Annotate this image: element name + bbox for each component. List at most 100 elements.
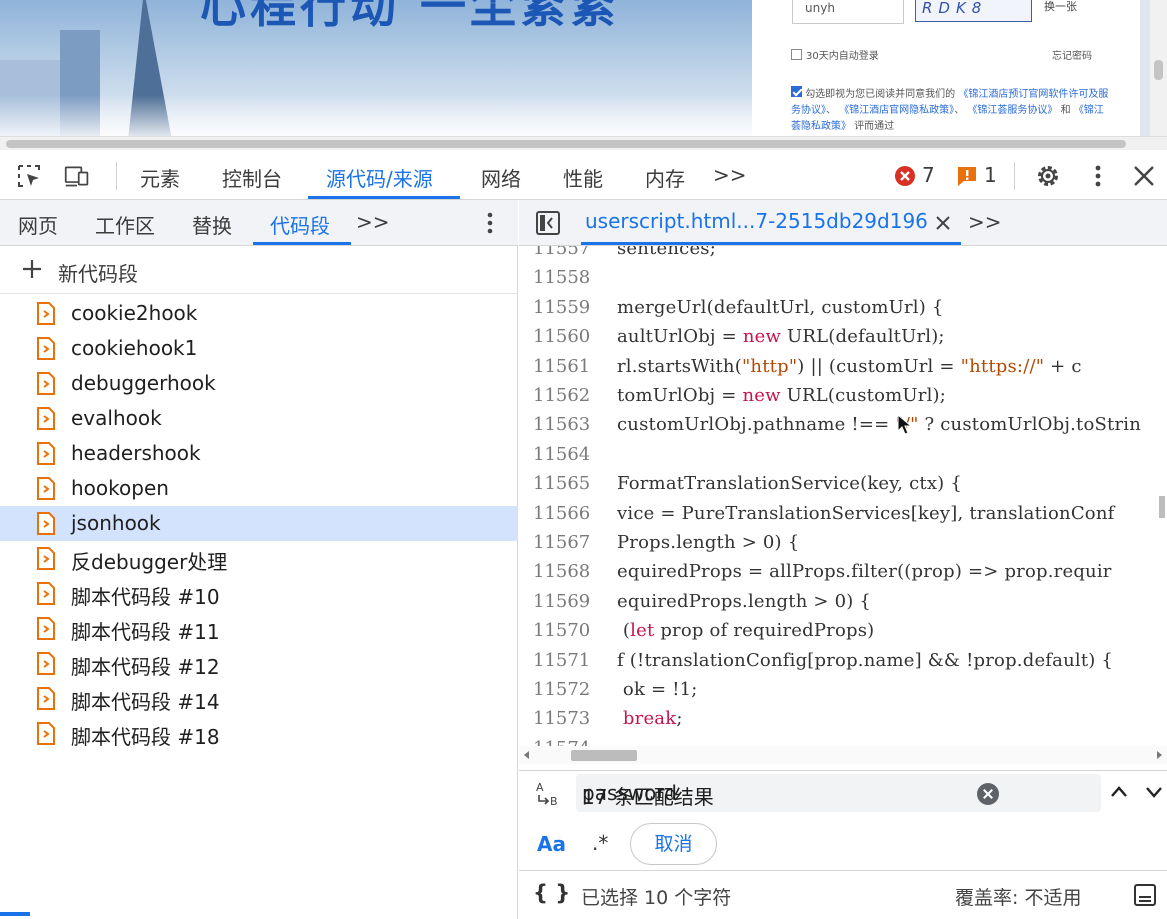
privacy-link[interactable]: 《锦江酒店官网隐私政策》 bbox=[839, 105, 954, 116]
snippet-item[interactable]: evalhook bbox=[0, 401, 518, 436]
warning-icon[interactable] bbox=[956, 165, 978, 187]
replace-toggle-icon[interactable]: A B bbox=[534, 779, 564, 809]
code-line[interactable]: 11568 equiredProps = allProps.filter((pro… bbox=[519, 561, 1159, 590]
tab-sources[interactable]: 源代码/来源 bbox=[326, 163, 433, 192]
snippet-item[interactable]: debuggerhook bbox=[0, 366, 518, 401]
toggle-navigator-icon[interactable] bbox=[535, 210, 561, 236]
editor-horizontal-scrollbar[interactable] bbox=[519, 746, 1167, 764]
code-line[interactable]: 11563 customUrlObj.pathname !== "/" ? cus… bbox=[519, 414, 1159, 443]
snippet-item[interactable]: hookopen bbox=[0, 471, 518, 506]
clear-search-icon[interactable] bbox=[977, 783, 999, 805]
line-number[interactable]: 11565 bbox=[533, 473, 605, 494]
line-number[interactable]: 11566 bbox=[533, 503, 605, 524]
code-line[interactable]: 11572 ok = !1; bbox=[519, 679, 1159, 708]
code-line[interactable]: 11566 vice = PureTranslationServices[key]… bbox=[519, 503, 1159, 532]
line-number[interactable]: 11559 bbox=[533, 297, 605, 318]
code-line[interactable]: 11559 mergeUrl(defaultUrl, customUrl) { bbox=[519, 297, 1159, 326]
remember-me[interactable]: 30天内自动登录 bbox=[791, 47, 879, 62]
code-line[interactable]: 11573 break; bbox=[519, 708, 1159, 737]
previous-match-icon[interactable] bbox=[1110, 783, 1128, 801]
tab-performance[interactable]: 性能 bbox=[563, 163, 603, 192]
code-line[interactable]: 11561 rl.startsWith("http") || (customUrl… bbox=[519, 356, 1159, 385]
tab-snippets[interactable]: 代码段 bbox=[270, 210, 330, 239]
tab-overrides[interactable]: 替换 bbox=[192, 210, 232, 239]
line-number[interactable]: 11564 bbox=[533, 444, 605, 465]
snippet-item[interactable]: cookiehook1 bbox=[0, 331, 518, 366]
device-toolbar-icon[interactable] bbox=[64, 163, 90, 189]
line-number[interactable]: 11558 bbox=[533, 267, 605, 288]
tab-elements[interactable]: 元素 bbox=[140, 163, 180, 192]
tab-page[interactable]: 网页 bbox=[18, 210, 58, 239]
agree-checkbox[interactable] bbox=[791, 86, 802, 97]
line-number[interactable]: 11560 bbox=[533, 326, 605, 347]
error-count[interactable]: 7 bbox=[922, 163, 935, 187]
snippet-item[interactable]: cookie2hook bbox=[0, 296, 518, 331]
line-number[interactable]: 11567 bbox=[533, 532, 605, 553]
snippet-item[interactable]: 脚本代码段 #18 bbox=[0, 716, 518, 751]
line-number[interactable]: 11569 bbox=[533, 591, 605, 612]
line-number[interactable]: 11572 bbox=[533, 679, 605, 700]
snippet-item[interactable]: 脚本代码段 #11 bbox=[0, 611, 518, 646]
inspect-element-icon[interactable] bbox=[16, 163, 42, 189]
pretty-print-icon[interactable]: { } bbox=[533, 881, 570, 905]
remember-checkbox[interactable] bbox=[791, 49, 802, 60]
username-field[interactable]: unyh bbox=[792, 0, 904, 24]
tab-network[interactable]: 网络 bbox=[481, 163, 521, 192]
snippet-item[interactable]: jsonhook bbox=[0, 506, 518, 541]
line-number[interactable]: 11557 bbox=[533, 246, 605, 259]
more-files-button[interactable]: >> bbox=[968, 210, 1002, 234]
next-match-icon[interactable] bbox=[1145, 783, 1163, 801]
code-line[interactable]: 11564 bbox=[519, 444, 1159, 473]
tab-memory[interactable]: 内存 bbox=[645, 163, 685, 192]
code-line[interactable]: 11570 (let prop of requiredProps) bbox=[519, 620, 1159, 649]
error-icon[interactable] bbox=[894, 165, 916, 187]
snippet-item[interactable]: 脚本代码段 #14 bbox=[0, 681, 518, 716]
page-horizontal-scrollbar[interactable] bbox=[0, 136, 1167, 150]
cancel-search-button[interactable]: 取消 bbox=[630, 823, 717, 865]
regex-toggle[interactable]: .* bbox=[592, 831, 608, 855]
code-line[interactable]: 11567 Props.length > 0) { bbox=[519, 532, 1159, 561]
code-line[interactable]: 11569 equiredProps.length > 0) { bbox=[519, 591, 1159, 620]
page-vertical-scrollbar[interactable] bbox=[1150, 0, 1167, 136]
code-line[interactable]: 11557 sentences; bbox=[519, 246, 1159, 267]
more-tabs-button[interactable]: >> bbox=[713, 163, 747, 187]
match-case-toggle[interactable]: Aa bbox=[537, 832, 566, 856]
snippet-item[interactable]: headershook bbox=[0, 436, 518, 471]
code-line[interactable]: 11574 bbox=[519, 738, 1159, 746]
snippet-item[interactable]: 反debugger处理 bbox=[0, 541, 518, 576]
code-line[interactable]: 11571 f (!translationConfig[prop.name] &&… bbox=[519, 650, 1159, 679]
code-area[interactable]: 11557 sentences; 11558 11559 mergeUrl(defaul… bbox=[519, 246, 1159, 746]
tab-console[interactable]: 控制台 bbox=[222, 163, 282, 192]
close-devtools-icon[interactable] bbox=[1131, 163, 1157, 189]
coverage-info[interactable]: 覆盖率: 不适用 bbox=[955, 883, 1081, 910]
line-number[interactable]: 11561 bbox=[533, 356, 605, 377]
code-line[interactable]: 11558 bbox=[519, 267, 1159, 296]
scroll-thumb[interactable] bbox=[571, 750, 637, 761]
more-options-icon[interactable] bbox=[1085, 163, 1111, 189]
settings-gear-icon[interactable] bbox=[1035, 163, 1061, 189]
tab-workspace[interactable]: 工作区 bbox=[95, 210, 155, 239]
code-line[interactable]: 11562 tomUrlObj = new URL(customUrl); bbox=[519, 385, 1159, 414]
code-line[interactable]: 11565 FormatTranslationService(key, ctx) … bbox=[519, 473, 1159, 502]
member-agreement-link[interactable]: 《锦江荟服务协议》 bbox=[967, 105, 1057, 116]
captcha-refresh-link[interactable]: 换一张 bbox=[1044, 0, 1077, 14]
snippet-item[interactable]: 脚本代码段 #12 bbox=[0, 646, 518, 681]
more-nav-tabs-button[interactable]: >> bbox=[356, 210, 390, 234]
warning-count[interactable]: 1 bbox=[984, 163, 997, 187]
navigator-menu-icon[interactable] bbox=[480, 210, 500, 236]
editor-vertical-scrollbar[interactable] bbox=[1157, 246, 1167, 746]
line-number[interactable]: 11568 bbox=[533, 561, 605, 582]
line-number[interactable]: 11562 bbox=[533, 385, 605, 406]
line-number[interactable]: 11570 bbox=[533, 620, 605, 641]
scroll-right-icon[interactable] bbox=[1155, 751, 1163, 759]
captcha-image[interactable]: RDK8 bbox=[915, 0, 1032, 22]
line-number[interactable]: 11563 bbox=[533, 414, 605, 435]
snippet-item[interactable]: 脚本代码段 #10 bbox=[0, 576, 518, 611]
file-tab[interactable]: userscript.html...7-2515db29d196 bbox=[585, 209, 928, 233]
line-number[interactable]: 11571 bbox=[533, 650, 605, 671]
code-line[interactable]: 11560 aultUrlObj = new URL(defaultUrl); bbox=[519, 326, 1159, 355]
line-number[interactable]: 11573 bbox=[533, 708, 605, 729]
toggle-debugger-panel-icon[interactable] bbox=[1133, 883, 1157, 907]
new-snippet-button[interactable]: 新代码段 bbox=[0, 246, 518, 294]
scroll-left-icon[interactable] bbox=[523, 751, 531, 759]
